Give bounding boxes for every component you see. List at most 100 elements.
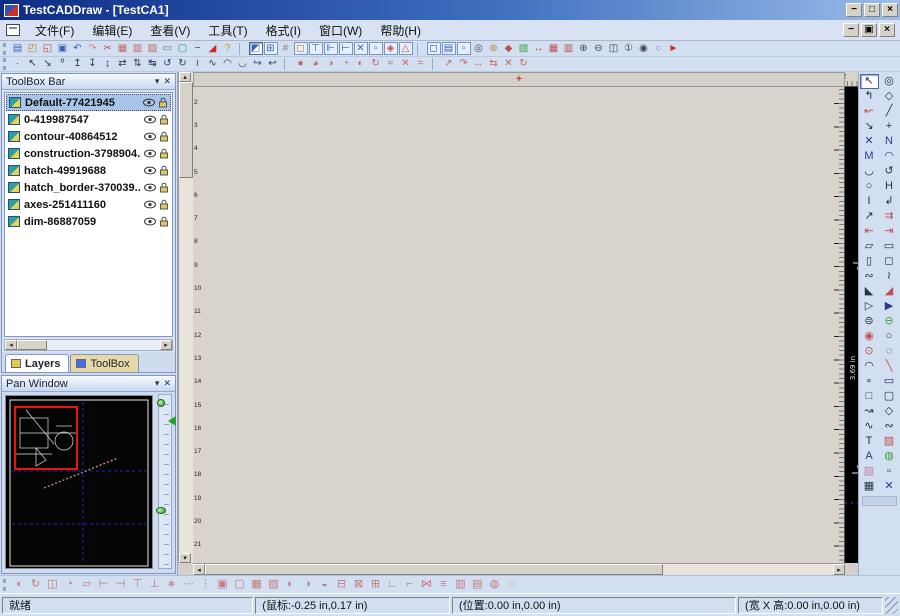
menu-file[interactable]: 文件(F) bbox=[26, 20, 83, 41]
picture-tool-icon[interactable]: ▨ bbox=[860, 464, 879, 479]
layer-lock-icon[interactable] bbox=[159, 199, 169, 210]
wave-tool-icon[interactable]: ∿ bbox=[860, 419, 879, 434]
dim-h-tool-icon[interactable]: H bbox=[880, 179, 899, 194]
rectangle-tool-icon[interactable]: ▭ bbox=[880, 374, 899, 389]
ellipse-tool-icon[interactable]: ○ bbox=[860, 179, 879, 194]
layer-visible-eye-icon[interactable] bbox=[144, 183, 156, 192]
skew-icon[interactable]: ▱ bbox=[79, 577, 95, 592]
select-node-icon[interactable]: ↰ bbox=[860, 89, 879, 104]
dim-horizontal-tool-icon[interactable]: ⇤ bbox=[860, 224, 879, 239]
point-down-icon[interactable]: ↧ bbox=[86, 58, 100, 71]
select-polygon-icon[interactable]: ◇ bbox=[880, 89, 899, 104]
tab-point-icon[interactable]: ↹ bbox=[146, 58, 160, 71]
helix-tool-icon[interactable]: ↺ bbox=[880, 164, 899, 179]
align-right-icon[interactable]: ⊣ bbox=[113, 577, 129, 592]
print-icon[interactable]: ▭ bbox=[161, 42, 175, 55]
fill-wedge-icon[interactable]: ◢ bbox=[206, 42, 220, 55]
maximize-button[interactable]: □ bbox=[864, 3, 880, 17]
offset-icon[interactable]: ∟ bbox=[385, 577, 401, 592]
layer-visible-eye-icon[interactable] bbox=[143, 98, 155, 107]
copy-icon[interactable]: ▦ bbox=[116, 42, 130, 55]
ungroup-icon[interactable]: ▧ bbox=[266, 577, 282, 592]
origin-point-icon[interactable]: º bbox=[56, 58, 70, 71]
line-tool-icon[interactable]: ╱ bbox=[880, 104, 899, 119]
redline-tool-icon[interactable]: ► bbox=[667, 42, 681, 55]
layer-lock-icon[interactable] bbox=[158, 97, 168, 108]
palette-grip[interactable] bbox=[862, 496, 897, 506]
point-prev-icon[interactable]: ↖ bbox=[26, 58, 40, 71]
panel-close-icon[interactable]: ✕ bbox=[163, 76, 171, 87]
regenerate-icon[interactable]: ↻ bbox=[517, 58, 531, 71]
send-to-back-icon[interactable]: ▢ bbox=[232, 577, 248, 592]
menu-view[interactable]: 查看(V) bbox=[141, 20, 199, 41]
layer-row[interactable]: hatch_border-370039... bbox=[6, 179, 171, 196]
pan-hand-icon[interactable]: ⊛ bbox=[487, 42, 501, 55]
ellipse2-tool-icon[interactable]: ⊜ bbox=[860, 314, 879, 329]
zoom-page-icon[interactable]: ◌ bbox=[652, 42, 666, 55]
rounded-rect-tool-icon[interactable]: ▢ bbox=[880, 389, 899, 404]
layer-visible-eye-icon[interactable] bbox=[144, 132, 156, 141]
flip-points-icon[interactable]: ↨ bbox=[101, 58, 115, 71]
layers-tool-icon[interactable]: ▧ bbox=[517, 42, 531, 55]
panel-close-icon[interactable]: ✕ bbox=[163, 378, 171, 389]
point-icon[interactable]: ∙ bbox=[11, 58, 25, 71]
layer-row[interactable]: Default-77421945 bbox=[6, 94, 171, 111]
move-icon[interactable]: ◖ bbox=[11, 577, 27, 592]
paste-special-icon[interactable]: ▨ bbox=[146, 42, 160, 55]
zoom-lens-icon[interactable]: ◎ bbox=[472, 42, 486, 55]
layer-row[interactable]: dim-86887059 bbox=[6, 213, 171, 230]
freehand-tool-icon[interactable]: ∾ bbox=[860, 269, 879, 284]
closed-spline-tool-icon[interactable]: ∾ bbox=[880, 419, 899, 434]
arc-down-icon[interactable]: ◡ bbox=[236, 58, 250, 71]
arc-edit-icon[interactable]: ↷ bbox=[457, 58, 471, 71]
group-icon[interactable]: ▦ bbox=[249, 577, 265, 592]
text-tool-icon[interactable]: T bbox=[860, 434, 879, 449]
scroll-right-icon[interactable]: ▸ bbox=[160, 340, 172, 350]
toolbar-grip[interactable] bbox=[3, 579, 7, 591]
circle-dot-tool-icon[interactable]: ⊙ bbox=[860, 344, 879, 359]
align-left-icon[interactable]: ⊢ bbox=[96, 577, 112, 592]
branch-left-icon[interactable]: ↩ bbox=[266, 58, 280, 71]
menu-tools[interactable]: 工具(T) bbox=[199, 20, 256, 41]
intersect-icon[interactable]: ⊠ bbox=[351, 577, 367, 592]
circle-construction-tool-icon[interactable]: ◌ bbox=[880, 344, 899, 359]
align-top-icon[interactable]: ⊤ bbox=[130, 577, 146, 592]
polygon-filled-tool-icon[interactable]: ▶ bbox=[880, 299, 899, 314]
mdi-close-button[interactable]: × bbox=[879, 23, 895, 37]
equal-fill-icon[interactable]: = bbox=[414, 58, 428, 71]
square-tool-icon[interactable]: □ bbox=[860, 389, 879, 404]
arc-up-icon[interactable]: ◠ bbox=[221, 58, 235, 71]
layer-visible-eye-icon[interactable] bbox=[144, 149, 156, 158]
scroll-down-icon[interactable]: ▾ bbox=[179, 553, 191, 563]
arc-3pt-tool-icon[interactable]: ◠ bbox=[880, 149, 899, 164]
callout-left-tool-icon[interactable]: ▯ bbox=[860, 254, 879, 269]
menu-help[interactable]: 帮助(H) bbox=[371, 20, 430, 41]
ruler-origin-button[interactable]: + bbox=[193, 72, 845, 87]
branch-right-icon[interactable]: ↪ bbox=[251, 58, 265, 71]
zoom-out-icon[interactable]: ⊖ bbox=[592, 42, 606, 55]
vertical-scrollbar[interactable]: ▴ ▾ bbox=[178, 72, 193, 563]
move-tool-icon[interactable]: ↔ bbox=[532, 42, 546, 55]
extend-icon[interactable]: ⋈ bbox=[419, 577, 435, 592]
triangle-right-tool-icon[interactable]: ◢ bbox=[880, 284, 899, 299]
fill-three-quarter-icon[interactable]: ◕ bbox=[309, 58, 323, 71]
import-file-icon[interactable]: ◱ bbox=[41, 42, 55, 55]
undo-icon[interactable]: ↶ bbox=[71, 42, 85, 55]
zoom-in-icon[interactable]: ⊕ bbox=[577, 42, 591, 55]
drawing-canvas[interactable]: 3.99 in 2.24 in 1.60 in 0.52 in 0.95 in … bbox=[845, 87, 858, 563]
blank-rect-tool-icon[interactable]: ▫ bbox=[880, 464, 899, 479]
diamond-tool-icon[interactable]: ◇ bbox=[880, 404, 899, 419]
pan-panel-header[interactable]: Pan Window ▾ ✕ bbox=[2, 376, 175, 392]
open-file-icon[interactable]: ◰ bbox=[26, 42, 40, 55]
subtract-icon[interactable]: ⊟ bbox=[334, 577, 350, 592]
zoom-one-icon[interactable]: ① bbox=[622, 42, 636, 55]
rotate-icon[interactable]: ↻ bbox=[28, 577, 44, 592]
fill-left-icon[interactable]: ◐ bbox=[354, 58, 368, 71]
pin-tool-icon[interactable]: ↜ bbox=[860, 104, 879, 119]
page-setup-icon[interactable]: ▤ bbox=[442, 42, 456, 55]
layer-row[interactable]: 0-419987547 bbox=[6, 111, 171, 128]
menu-format[interactable]: 格式(I) bbox=[257, 20, 310, 41]
spline-tool-icon[interactable]: N bbox=[880, 134, 899, 149]
new-document-icon[interactable]: ▤ bbox=[11, 42, 25, 55]
callout-tool-icon[interactable]: ▭ bbox=[880, 239, 899, 254]
